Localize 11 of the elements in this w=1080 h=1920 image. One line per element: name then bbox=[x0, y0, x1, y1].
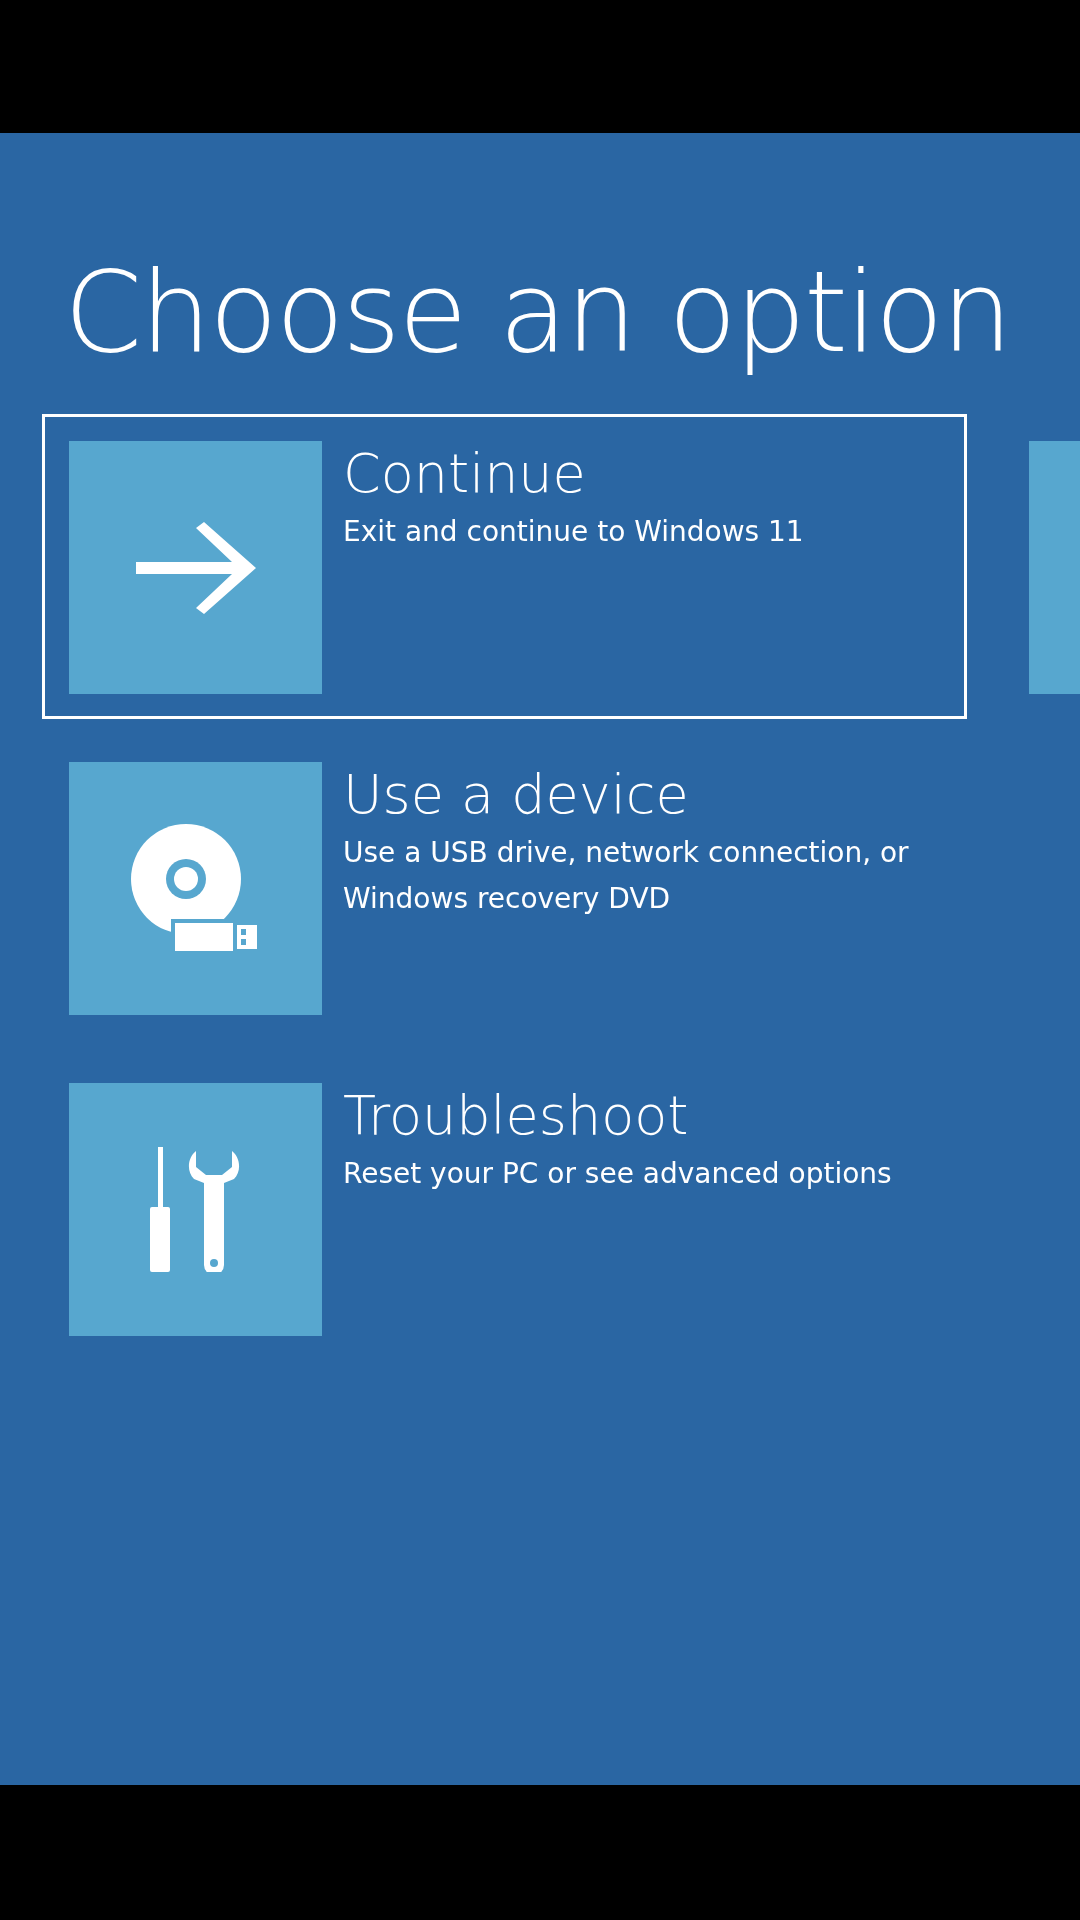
option-button[interactable]: Troubleshoot Reset your PC or see advanced options bbox=[42, 1056, 967, 1362]
option-title: Troubleshoot bbox=[343, 1085, 690, 1148]
option-description: Use a USB drive, network connection, or Windows recovery DVD bbox=[343, 835, 910, 918]
option-description: Exit and continue to Windows 11 bbox=[343, 514, 804, 551]
page-title: Choose an option bbox=[64, 246, 1012, 379]
option-title: Continue bbox=[343, 443, 587, 506]
option-button[interactable]: Continue Exit and continue to Windows 11 bbox=[42, 414, 967, 720]
arrow-right-icon bbox=[135, 521, 256, 614]
option-button[interactable]: Use a device Use a USB drive, network connection, or Windows recovery DVD bbox=[42, 735, 967, 1041]
option-description: Reset your PC or see advanced options bbox=[343, 1156, 892, 1193]
option-title: Use a device bbox=[343, 764, 690, 827]
